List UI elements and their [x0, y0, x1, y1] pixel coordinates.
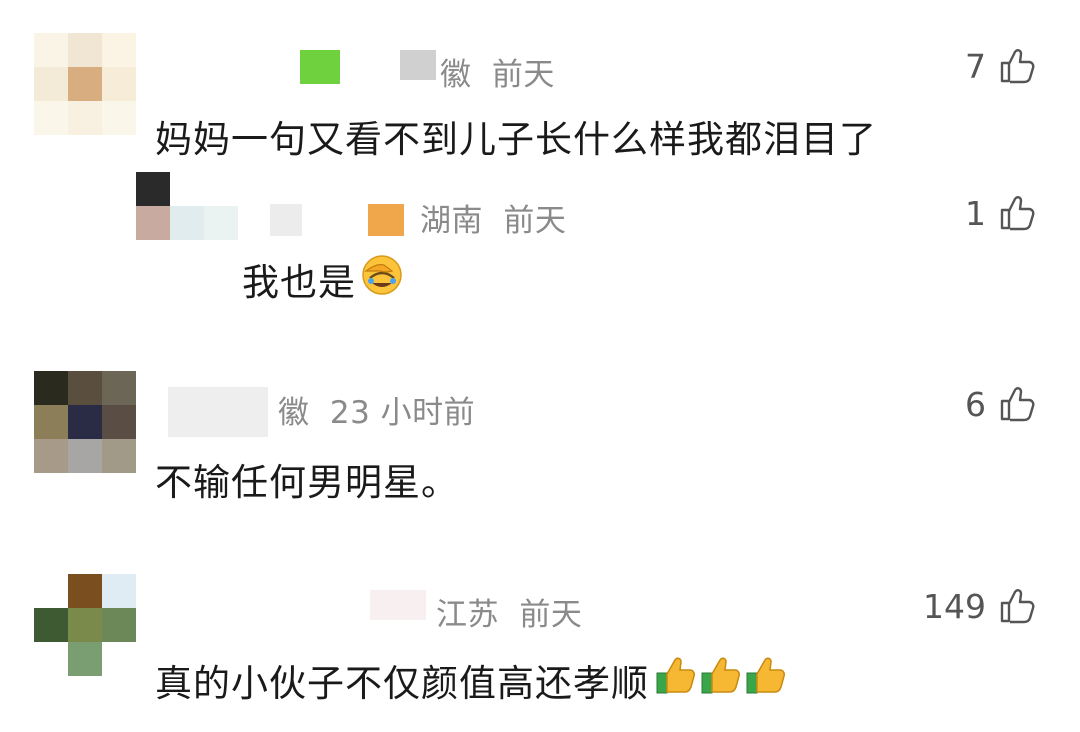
- avatar-pixel: [102, 371, 136, 405]
- region-label: 湖南: [420, 203, 483, 239]
- avatar-pixel: [204, 206, 238, 240]
- like-count: 1: [965, 193, 986, 233]
- avatar-pixel: [170, 172, 204, 206]
- avatar-pixel: [136, 206, 170, 240]
- avatar-pixel: [34, 642, 68, 676]
- like-button[interactable]: 149: [923, 586, 1036, 626]
- region-label: 江苏: [436, 597, 499, 633]
- nickname-blurred[interactable]: [270, 200, 404, 240]
- avatar-pixel: [68, 67, 102, 101]
- avatar-pixel: [34, 33, 68, 67]
- time-label: 23 小时前: [329, 395, 476, 431]
- avatar-pixel: [34, 371, 68, 405]
- comment-text: 真的小伙子不仅颜值高还孝顺: [155, 653, 791, 707]
- avatar-pixel: [102, 101, 136, 135]
- nickname-blurred[interactable]: [168, 386, 268, 438]
- thumbs-up-icon: [1000, 196, 1035, 231]
- comment-text: 妈妈一句又看不到儿子长什么样我都泪目了: [155, 118, 877, 161]
- avatar-pixel: [102, 642, 136, 676]
- avatar[interactable]: [136, 172, 238, 240]
- region-label: 徽: [278, 395, 310, 431]
- comment-meta: 江苏 前天: [436, 589, 582, 634]
- like-count: 7: [965, 46, 986, 86]
- avatar-pixel: [68, 33, 102, 67]
- avatar-pixel: [102, 33, 136, 67]
- region-label: 徽: [440, 57, 472, 93]
- comment-meta: 徽 前天: [440, 49, 555, 94]
- avatar[interactable]: [34, 574, 136, 676]
- avatar-pixel: [68, 405, 102, 439]
- avatar-pixel: [34, 574, 68, 608]
- avatar-pixel: [204, 172, 238, 206]
- comment-text: 不输任何男明星。: [155, 461, 459, 504]
- time-label: 前天: [519, 597, 583, 633]
- comment-meta: 徽 23 小时前: [278, 387, 475, 432]
- time-label: 前天: [503, 203, 567, 239]
- like-count: 6: [965, 384, 986, 424]
- avatar[interactable]: [34, 371, 136, 473]
- avatar-pixel: [68, 371, 102, 405]
- avatar-pixel: [102, 67, 136, 101]
- avatar-pixel: [34, 439, 68, 473]
- avatar-pixel: [68, 439, 102, 473]
- nickname-blurred[interactable]: [300, 35, 436, 101]
- avatar-pixel: [34, 405, 68, 439]
- like-button[interactable]: 6: [965, 384, 1036, 424]
- thumbs-up-icon: [1000, 49, 1035, 84]
- like-count: 149: [923, 586, 986, 626]
- comment-meta: 湖南 前天: [420, 195, 566, 240]
- avatar-pixel: [68, 101, 102, 135]
- thumbs-up-icon: [1000, 387, 1035, 422]
- avatar-pixel: [102, 574, 136, 608]
- avatar-pixel: [136, 172, 170, 206]
- nickname-blurred[interactable]: [370, 585, 426, 625]
- facepalm-emoji-icon: [360, 253, 404, 306]
- avatar-pixel: [68, 642, 102, 676]
- comment-text: 我也是: [242, 252, 404, 306]
- like-button[interactable]: 7: [965, 46, 1036, 86]
- time-label: 前天: [491, 57, 555, 93]
- avatar-pixel: [102, 439, 136, 473]
- thumbs-up-icon: [1000, 589, 1035, 624]
- avatar-pixel: [102, 405, 136, 439]
- like-button[interactable]: 1: [965, 193, 1036, 233]
- avatar-pixel: [34, 67, 68, 101]
- avatar-pixel: [170, 206, 204, 240]
- avatar-pixel: [34, 101, 68, 135]
- avatar-pixel: [102, 608, 136, 642]
- avatar[interactable]: [34, 33, 136, 135]
- avatar-pixel: [68, 608, 102, 642]
- thumbs-up-emoji-icon: [655, 655, 791, 706]
- avatar-pixel: [34, 608, 68, 642]
- avatar-pixel: [68, 574, 102, 608]
